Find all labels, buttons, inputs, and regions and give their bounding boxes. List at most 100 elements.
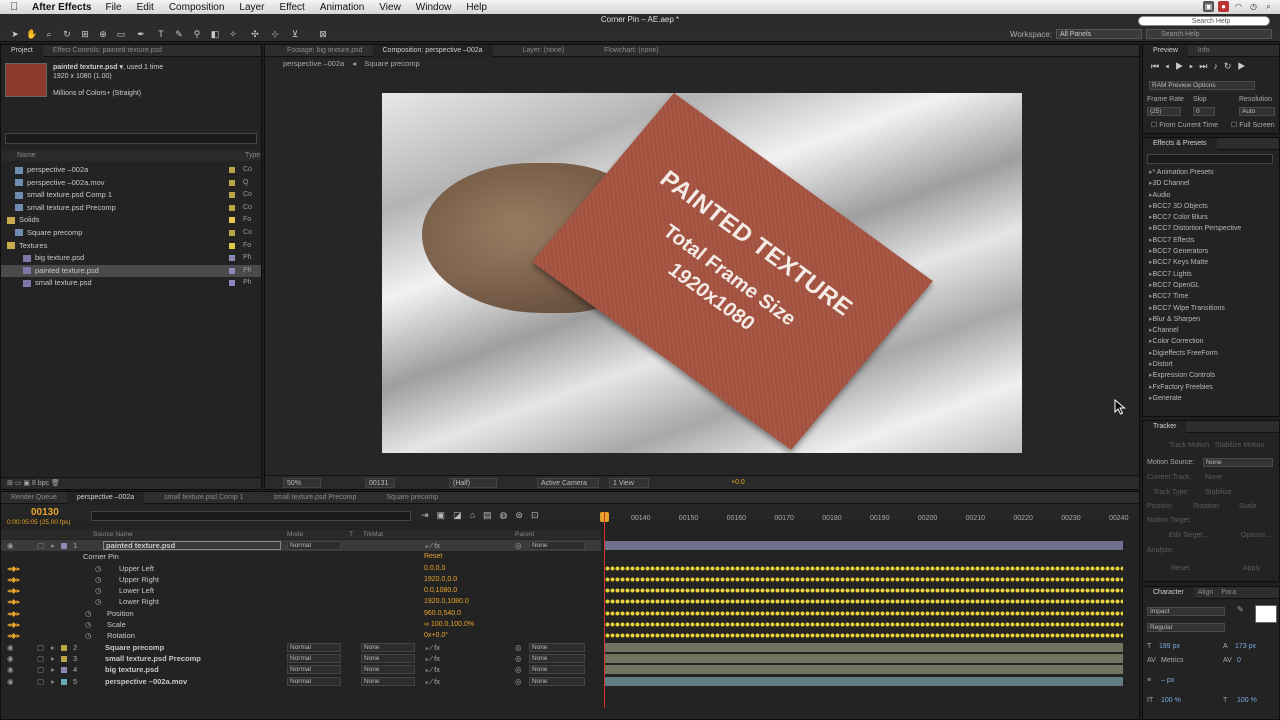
layer-label-color[interactable] (61, 543, 67, 549)
record-icon[interactable]: ● (1218, 1, 1229, 12)
video-toggle-icon[interactable]: ◉ (7, 540, 14, 551)
property-row[interactable]: ◂◆▸ ◷ Lower Right 1920.0,1080.0 (1, 596, 601, 607)
effect-category[interactable]: BCC7 Generators (1143, 246, 1271, 257)
tab-small-texture-comp[interactable]: small texture.psd Comp 1 (144, 492, 253, 504)
label-color-swatch[interactable] (229, 229, 235, 236)
layer-mode-select[interactable]: Normal (287, 541, 341, 550)
search-help-input[interactable]: Search Help (1138, 16, 1270, 26)
lock-icon[interactable]: ▢ (37, 676, 44, 687)
effect-category[interactable]: BCC7 Time (1143, 291, 1271, 302)
tab-effects-presets[interactable]: Effects & Presets (1143, 137, 1217, 150)
font-size-value[interactable]: 189 px (1159, 643, 1180, 650)
painted-texture-card[interactable]: PAINTED TEXTURE Total Frame Size 1920x10… (532, 93, 933, 451)
stopwatch-icon[interactable]: ◷ (85, 608, 92, 619)
layer-parent-select[interactable]: None (529, 541, 585, 550)
resolution-select[interactable]: (Half) (449, 478, 497, 488)
property-value[interactable]: 0.0,0.0 (424, 563, 445, 574)
ram-preview-options[interactable]: RAM Preview Options (1149, 81, 1255, 90)
tab-square-precomp[interactable]: Square precomp (366, 492, 448, 504)
tab-character[interactable]: Character (1143, 586, 1194, 599)
timeline-layer-row[interactable]: ◉ ▢ ▸ 2 Square precomp Normal None ⁎ ⁄ fx ◎ None (1, 642, 601, 653)
type-tool-icon[interactable]: T (156, 29, 166, 39)
project-item[interactable]: small texture.psd Ph (1, 277, 261, 290)
label-color-swatch[interactable] (229, 217, 235, 224)
scale-checkbox[interactable]: Scale (1239, 503, 1257, 510)
last-frame-icon[interactable]: ⏭ (1199, 61, 1213, 71)
project-item[interactable]: Textures Fo (1, 240, 261, 253)
layer-name[interactable]: perspective –002a.mov (105, 676, 187, 687)
video-toggle-icon[interactable]: ◉ (7, 676, 14, 687)
current-time-field[interactable]: 00131 (365, 478, 395, 488)
layer-duration-bar[interactable] (605, 541, 1123, 550)
playhead-line[interactable] (604, 512, 605, 708)
keyframe-navigator-icon[interactable]: ◂◆▸ (7, 619, 20, 630)
layer-parent-select[interactable]: None (529, 642, 585, 652)
puppet-tool-icon[interactable]: ✣ (250, 29, 260, 39)
workspace-select[interactable]: All Panels (1056, 29, 1142, 39)
zoom-select[interactable]: 50% (283, 478, 321, 488)
selection-tool-icon[interactable]: ➤ (10, 29, 20, 39)
menu-window[interactable]: Window (416, 2, 452, 13)
timeline-layer-row[interactable]: ◉ ▢ ▸ 4 big texture.psd Normal None ⁎ ⁄ fx ◎ None (1, 664, 601, 675)
menu-animation[interactable]: Animation (320, 2, 364, 13)
column-parent[interactable]: Parent (515, 531, 534, 538)
breadcrumb-comp[interactable]: perspective –002a (283, 59, 344, 68)
layer-trkmat-select[interactable]: None (361, 642, 415, 652)
lock-icon[interactable]: ▢ (37, 642, 44, 653)
track-row[interactable] (605, 608, 1123, 619)
menu-composition[interactable]: Composition (169, 2, 225, 13)
video-toggle-icon[interactable]: ◉ (7, 653, 14, 664)
stopwatch-icon[interactable]: ◷ (95, 563, 102, 574)
clock-icon[interactable]: ◷ (1248, 1, 1259, 12)
views-select[interactable]: 1 View (609, 478, 649, 488)
effect-category[interactable]: Generate (1143, 393, 1271, 404)
current-time-display[interactable]: 00130 (31, 507, 59, 518)
keyframe-strip[interactable] (605, 564, 1123, 572)
effect-row[interactable]: Corner Pin Reset (1, 551, 601, 562)
keyframe-strip[interactable] (605, 632, 1123, 640)
first-frame-icon[interactable]: ⏮ (1151, 61, 1165, 71)
keyframe-navigator-icon[interactable]: ◂◆▸ (7, 585, 20, 596)
layer-switches[interactable]: ⁎ ⁄ fx (425, 653, 440, 664)
edit-target-button[interactable]: Edit Target... (1169, 532, 1208, 539)
project-item[interactable]: perspective –002a.mov Q (1, 177, 261, 190)
video-toggle-icon[interactable]: ◉ (7, 642, 14, 653)
keyframe-strip[interactable] (605, 575, 1123, 583)
tracking-value[interactable]: 0 (1237, 657, 1241, 664)
track-row[interactable] (605, 676, 1123, 687)
property-row[interactable]: ◂◆▸ ◷ Upper Right 1920.0,0.0 (1, 574, 601, 585)
expand-arrow-icon[interactable]: ▸ (51, 642, 55, 653)
timeline-layer-row[interactable]: ◉ ▢ ▸ 1 painted texture.psd Normal ⁎ ⁄ fx ◎ None (1, 540, 601, 552)
parent-pickwhip-icon[interactable]: ◎ (515, 653, 522, 664)
track-row[interactable] (605, 585, 1123, 596)
property-row[interactable]: ◂◆▸ ◷ Lower Left 0.0,1080.0 (1, 585, 601, 596)
new-comp-icon[interactable]: ▣ (23, 480, 32, 487)
track-row[interactable] (605, 630, 1123, 641)
stabilize-motion-button[interactable]: Stabilize Motion (1215, 442, 1264, 449)
effect-category[interactable]: FxFactory Freebies (1143, 382, 1271, 393)
roto-tool-icon[interactable]: ✧ (228, 29, 238, 39)
layer-label-color[interactable] (61, 644, 67, 651)
project-item[interactable]: painted texture.psd Ph (1, 264, 261, 278)
track-row[interactable] (605, 664, 1123, 675)
column-mode[interactable]: Mode (287, 531, 303, 538)
property-value[interactable]: 1920.0,0.0 (424, 574, 457, 585)
timeline-layer-row[interactable]: ◉ ▢ ▸ 3 small texture.psd Precomp Normal None ⁎… (1, 653, 601, 664)
stopwatch-icon[interactable]: ◷ (95, 574, 102, 585)
menu-effect[interactable]: Effect (279, 2, 304, 13)
property-value[interactable]: 0x+0.0° (424, 630, 448, 641)
effect-category[interactable]: Audio (1143, 190, 1271, 201)
frame-blend-icon[interactable]: ▤ (483, 510, 500, 520)
menu-file[interactable]: File (105, 2, 121, 13)
effect-category[interactable]: Channel (1143, 325, 1271, 336)
fill-color-swatch[interactable] (1255, 605, 1277, 623)
footage-name[interactable]: painted texture.psd ▾ (53, 64, 123, 71)
property-value[interactable]: ∞ 100.0,100.0% (424, 619, 474, 630)
clone-tool-icon[interactable]: ⚲ (192, 29, 202, 39)
project-item[interactable]: Square precomp Co (1, 227, 261, 240)
layer-name[interactable]: big texture.psd (105, 664, 159, 675)
label-color-swatch[interactable] (229, 167, 235, 173)
bpc-label[interactable]: 8 bpc (32, 480, 49, 487)
track-row[interactable] (605, 596, 1123, 607)
lock-icon[interactable]: ▢ (37, 664, 44, 675)
